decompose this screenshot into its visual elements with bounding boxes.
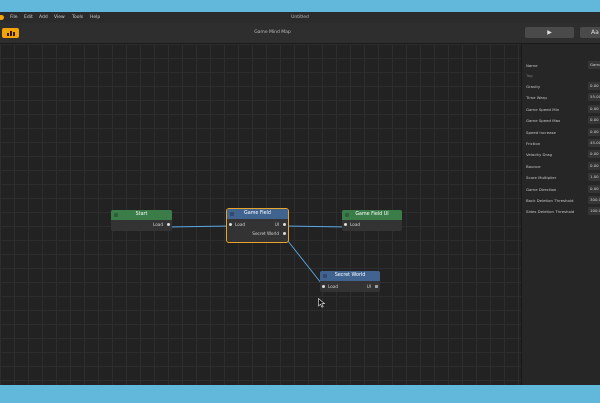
property-label: Time Warp (526, 95, 547, 101)
secret-world-in-load-label: Load (328, 284, 339, 289)
property-value-input[interactable]: 0.00 (588, 104, 600, 113)
toolbar: Game Mind Map ▶ Aa (0, 23, 600, 44)
game-field-in-load-pin[interactable] (229, 223, 232, 226)
game-field-out-secret-label: Secret World (252, 231, 279, 236)
prop-name-label: Name (526, 63, 538, 68)
wire-game-field-to-secret-world (283, 235, 326, 289)
node-game-field-title: Game Field (244, 211, 271, 216)
app-window: File Edit Add View Tools Help Untitled G… (0, 12, 600, 385)
property-label: Sides Deletion Threshold (526, 209, 575, 215)
property-value-input[interactable]: 0.00 (588, 127, 600, 136)
properties-panel: Name Game F Tag Gravity 0.00 Time Warp 55.0… (521, 44, 600, 385)
property-label: Speed Increase (526, 129, 556, 135)
property-row: Sides Deletion Threshold 100.00 (526, 207, 600, 216)
prop-tag: Tag (526, 71, 600, 80)
node-type-icon (345, 213, 349, 217)
node-game-field-ui-header: Game Field UI (342, 210, 402, 220)
property-value-input[interactable]: 55.00 (588, 93, 600, 102)
prop-tag-label: Tag (526, 73, 533, 78)
property-row: Velocity Drag 0.00 (526, 150, 600, 159)
play-icon: ▶ (547, 29, 552, 36)
wire-game-field-to-game-field-ui (283, 225, 348, 228)
node-start-title: Start (135, 212, 148, 217)
mind-map-title: Game Mind Map (254, 30, 291, 35)
node-type-icon (114, 213, 118, 217)
property-row: Time Warp 55.00 (526, 93, 600, 102)
property-row: Gravity 0.00 (526, 82, 600, 91)
menu-bar: File Edit Add View Tools Help Untitled (0, 12, 600, 23)
text-button-label: Aa (591, 29, 599, 36)
prop-name: Name Game F (526, 61, 600, 70)
play-button[interactable]: ▶ (525, 27, 574, 38)
property-value-input[interactable]: 45.00 (588, 139, 600, 147)
game-field-out-ui-pin[interactable] (283, 223, 286, 226)
game-field-ui-in-load-label: Load (350, 222, 361, 227)
node-start[interactable]: Start Load (111, 210, 172, 231)
node-secret-world[interactable]: Secret World Load UI (320, 271, 380, 292)
property-value-input[interactable]: 0.00 (588, 184, 600, 193)
node-type-icon (323, 274, 327, 278)
start-out-load-pin[interactable] (167, 223, 170, 226)
node-type-icon (230, 212, 234, 216)
node-secret-world-header: Secret World (320, 271, 380, 281)
property-row: Game Speed Min 0.00 (526, 104, 600, 114)
node-secret-world-title: Secret World (334, 273, 366, 278)
property-value-input[interactable]: 100.00 (588, 207, 600, 216)
secret-world-in-load-pin[interactable] (322, 285, 325, 288)
property-value-input[interactable]: 0.00 (588, 116, 600, 125)
node-start-header: Start (111, 210, 172, 220)
property-value-input[interactable]: 0.00 (588, 82, 600, 90)
property-row: Friction 45.00 (526, 139, 600, 148)
game-field-out-secret-pin[interactable] (283, 232, 286, 235)
property-value-input[interactable]: 0.00 (588, 150, 600, 159)
property-row: Speed Increase 0.00 (526, 127, 600, 137)
node-game-field-ui-title: Game Field UI (355, 212, 389, 217)
property-label: Velocity Drag (526, 152, 552, 158)
start-out-load-label: Load (152, 222, 163, 227)
property-value-input[interactable]: 0.00 (588, 161, 600, 170)
property-label: Game Direction (526, 186, 557, 192)
property-row: Game Direction 0.00 (526, 184, 600, 194)
property-label: Game Speed Max (526, 118, 561, 124)
wire-start-to-game-field (167, 225, 232, 228)
mouse-cursor-icon (318, 298, 326, 308)
property-row: Score Multiplier 1.00 (526, 173, 600, 182)
secret-world-out-ui-label: UI (366, 284, 371, 289)
node-game-field-ui[interactable]: Game Field UI Load (342, 210, 402, 231)
property-row: Bounce 0.00 (526, 161, 600, 171)
node-graph-canvas[interactable]: Start Load Game Field Load UI Secret Wor… (0, 44, 521, 385)
property-label: Gravity (526, 84, 541, 89)
secret-world-out-ui-pin[interactable] (375, 285, 378, 288)
game-field-ui-in-load-pin[interactable] (344, 223, 347, 226)
property-value-input[interactable]: 300.00 (588, 196, 600, 204)
property-label: Friction (526, 141, 541, 146)
game-field-out-ui-label: UI (274, 222, 279, 227)
property-label: Score Multiplier (526, 175, 557, 181)
property-row: Back Deletion Threshold 300.00 (526, 196, 600, 205)
text-button[interactable]: Aa (580, 27, 600, 38)
property-value-input[interactable]: 1.00 (588, 173, 600, 182)
prop-name-input[interactable]: Game F (588, 61, 600, 69)
window-title: Untitled (291, 15, 309, 20)
game-field-in-load-label: Load (235, 222, 246, 227)
property-row: Game Speed Max 0.00 (526, 116, 600, 125)
node-game-field[interactable]: Game Field Load UI Secret World (226, 208, 289, 243)
property-label: Bounce (526, 163, 541, 169)
node-game-field-header: Game Field (227, 209, 288, 219)
property-label: Game Speed Min (526, 106, 560, 112)
property-label: Back Deletion Threshold (526, 198, 574, 203)
